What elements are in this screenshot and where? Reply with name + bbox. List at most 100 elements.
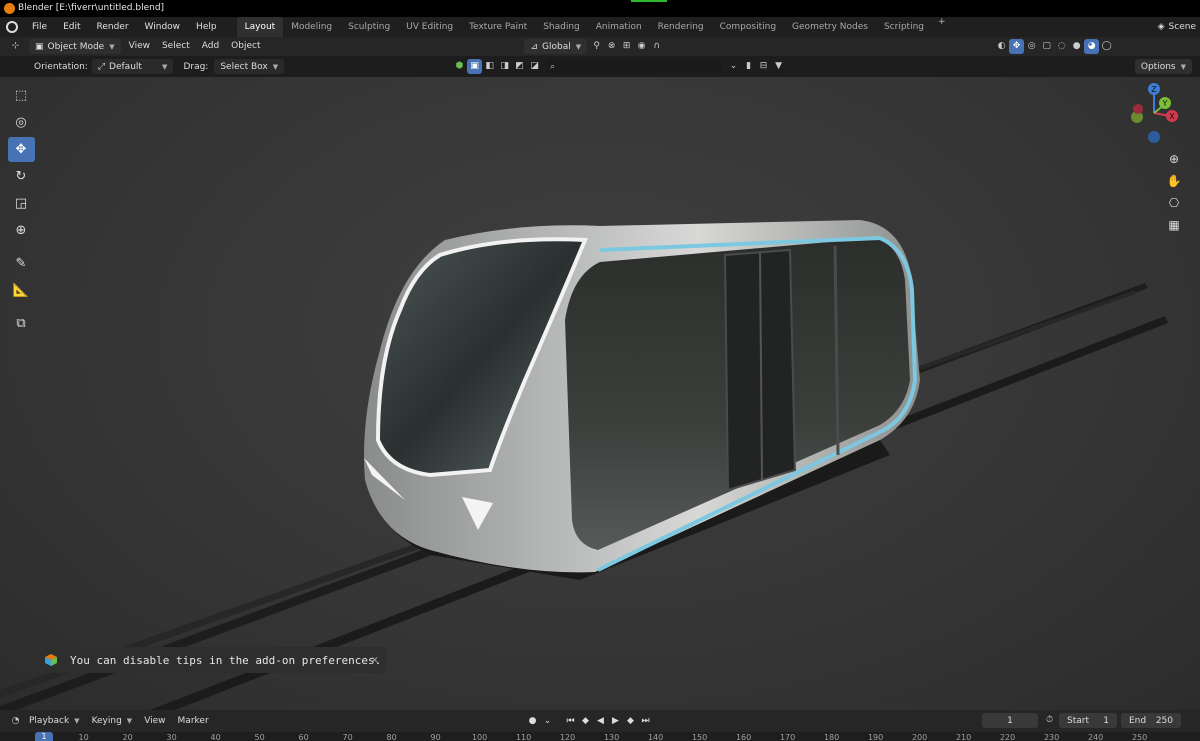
current-frame-field[interactable]: 1 [982, 713, 1038, 728]
menu-window[interactable]: Window [137, 17, 189, 37]
editor-type-icon[interactable]: ⊹ [8, 39, 23, 54]
perspective-grid-icon[interactable]: ▦ [1165, 214, 1183, 236]
annotate-tool[interactable]: ✎ [8, 251, 35, 276]
ruler-tick-label: 100 [471, 733, 488, 741]
tab-rendering[interactable]: Rendering [650, 17, 712, 37]
transform-tool[interactable]: ⊕ [8, 218, 35, 243]
tab-shading[interactable]: Shading [535, 17, 588, 37]
cursor-tool[interactable]: ◎ [8, 110, 35, 135]
transform-icon: ⊕ [15, 223, 27, 238]
measure-tool[interactable]: 📐 [8, 278, 35, 303]
tab-compositing[interactable]: Compositing [712, 17, 784, 37]
shading-material-icon[interactable]: ◕ [1084, 39, 1100, 54]
pan-hand-icon[interactable]: ✋ [1165, 170, 1183, 192]
options-label: Options [1140, 61, 1176, 72]
record-icon[interactable]: ● [525, 713, 540, 729]
snap-target-icon[interactable]: ⊞ [619, 39, 634, 54]
playhead[interactable]: 1 [35, 732, 53, 741]
scale-tool[interactable]: ◲ [8, 191, 35, 216]
snap-icon[interactable]: ⊗ [604, 39, 619, 54]
tab-scripting[interactable]: Scripting [876, 17, 932, 37]
play-icon[interactable]: ▶ [608, 713, 623, 729]
options-dropdown[interactable]: Options ▼ [1134, 59, 1192, 74]
orientation-label: Global [542, 41, 571, 52]
menu-select[interactable]: Select [156, 37, 196, 56]
visibility-icon[interactable]: ◐ [994, 39, 1009, 54]
timeline-ruler[interactable]: 1 10 20 30 40 50 60 70 80 90 100 110 120 130 140 150 16… [0, 732, 1200, 741]
menu-object[interactable]: Object [225, 37, 266, 56]
collection-icon[interactable]: ⊟ [756, 59, 771, 74]
select-mode-invert-icon[interactable]: ◩ [512, 59, 527, 74]
search-field[interactable]: ⌕ [546, 59, 723, 74]
tab-animation[interactable]: Animation [588, 17, 650, 37]
next-keyframe-icon[interactable]: ◆ [623, 713, 638, 729]
menu-view[interactable]: View [123, 37, 156, 56]
menu-help[interactable]: Help [188, 17, 225, 37]
menu-file[interactable]: File [24, 17, 55, 37]
tab-layout[interactable]: Layout [236, 17, 284, 37]
add-cube-tool[interactable]: ⧉ [8, 311, 35, 336]
rotate-tool[interactable]: ↻ [8, 164, 35, 189]
menu-render[interactable]: Render [89, 17, 137, 37]
play-reverse-icon[interactable]: ◀ [593, 713, 608, 729]
scene-selector[interactable]: ◈ Scene [1158, 17, 1196, 37]
ruler-tick-label: 190 [867, 733, 884, 741]
tab-texture-paint[interactable]: Texture Paint [461, 17, 535, 37]
select-mode-cube-icon[interactable]: ⬢ [452, 59, 467, 74]
blender-menu-icon[interactable] [6, 21, 18, 33]
select-box-tool[interactable]: ⬚ [8, 83, 35, 108]
gizmo-neg-z-ball[interactable] [1148, 131, 1160, 143]
overlay-icon[interactable]: ◎ [1024, 39, 1039, 54]
xray-icon[interactable]: ▢ [1039, 39, 1054, 54]
falloff-icon[interactable]: ∩ [649, 39, 664, 54]
select-mode-subtract-icon[interactable]: ◨ [497, 59, 512, 74]
camera-icon[interactable]: ⎔ [1165, 192, 1183, 214]
jump-start-icon[interactable]: ⏮ [563, 713, 578, 729]
select-mode-intersect-icon[interactable]: ◪ [527, 59, 542, 74]
add-workspace-button[interactable]: + [932, 17, 952, 37]
menu-add[interactable]: Add [196, 37, 225, 56]
menu-edit[interactable]: Edit [55, 17, 88, 37]
start-frame-field[interactable]: Start 1 [1059, 713, 1117, 728]
orientation-default-dropdown[interactable]: ⤢ Default ▼ [91, 59, 174, 74]
stopwatch-icon[interactable]: ⏱ [1042, 713, 1057, 728]
end-frame-field[interactable]: End 250 [1121, 713, 1181, 728]
tab-modeling[interactable]: Modeling [283, 17, 340, 37]
timeline-editor-icon[interactable]: ◔ [8, 714, 23, 729]
mode-dropdown[interactable]: ▣ Object Mode ▼ [29, 39, 121, 54]
viewport-nav-tools: ⊕ ✋ ⎔ ▦ [1164, 148, 1184, 236]
gizmo-toggle-icon[interactable]: ✥ [1009, 39, 1025, 54]
blender-window: Blender [E:\fiverr\untitled.blend] File … [0, 0, 1200, 741]
select-mode-set-icon[interactable]: ▣ [467, 59, 483, 74]
pivot-point-icon[interactable]: ⚲ [589, 39, 604, 54]
zoom-icon[interactable]: ⊕ [1165, 148, 1183, 170]
top-menu-bar: File Edit Render Window Help Layout Mode… [0, 17, 1200, 37]
tab-sculpting[interactable]: Sculpting [340, 17, 398, 37]
filter-expand-icon[interactable]: ⌄ [726, 59, 741, 74]
record-options-icon[interactable]: ⌄ [540, 713, 555, 729]
navigation-gizmo[interactable]: Z Y X [1124, 80, 1184, 146]
select-mode-extend-icon[interactable]: ◧ [482, 59, 497, 74]
jump-end-icon[interactable]: ⏭ [638, 713, 653, 729]
menu-playback[interactable]: Playback ▼ [23, 710, 86, 732]
shading-solid-icon[interactable]: ● [1069, 39, 1084, 54]
ruler-tick-label: 240 [1087, 733, 1104, 741]
menu-marker[interactable]: Marker [172, 710, 215, 732]
tip-text: You can disable tips in the add-on prefe… [70, 653, 382, 667]
tab-uv-editing[interactable]: UV Editing [398, 17, 461, 37]
bookmark-icon[interactable]: ▮ [741, 59, 756, 74]
tab-geometry-nodes[interactable]: Geometry Nodes [784, 17, 876, 37]
tip-close-button[interactable]: ✕ [371, 653, 378, 666]
transform-orientation-dropdown[interactable]: ⊿ Global ▼ [524, 39, 588, 54]
menu-timeline-view[interactable]: View [138, 710, 171, 732]
shading-rendered-icon[interactable]: ◯ [1099, 39, 1114, 54]
proportional-edit-icon[interactable]: ◉ [634, 39, 649, 54]
menu-keying[interactable]: Keying ▼ [86, 710, 139, 732]
prev-keyframe-icon[interactable]: ◆ [578, 713, 593, 729]
shading-wireframe-icon[interactable]: ◌ [1054, 39, 1069, 54]
drag-dropdown[interactable]: Select Box ▼ [214, 59, 285, 74]
ruler-tick-label: 200 [911, 733, 928, 741]
gizmo-neg-x-ball[interactable] [1133, 104, 1143, 114]
move-tool[interactable]: ✥ [7, 137, 35, 162]
filter-icon[interactable]: ▼ [771, 59, 786, 74]
